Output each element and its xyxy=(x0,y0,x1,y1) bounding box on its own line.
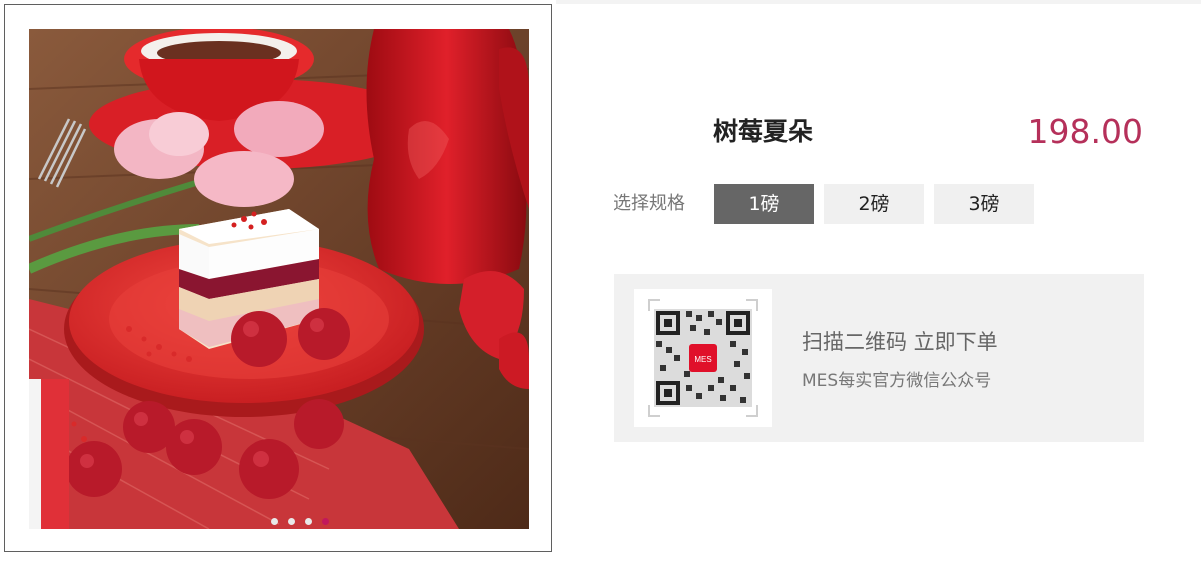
carousel-dot[interactable] xyxy=(288,518,295,525)
cake-illustration xyxy=(29,29,529,529)
qr-corner xyxy=(746,405,758,417)
product-price: 198.00 xyxy=(1027,112,1143,151)
carousel-dots xyxy=(271,518,329,525)
qr-sub-text: MES每实官方微信公众号 xyxy=(802,371,992,391)
qr-corner xyxy=(746,299,758,311)
qr-order-panel: MES 扫描二维码 立即下单 MES每实官方微信公众号 xyxy=(614,274,1144,442)
qr-corner xyxy=(648,299,660,311)
spec-option-1lb[interactable]: 1磅 xyxy=(714,184,814,224)
spec-label: 选择规格 xyxy=(613,193,685,214)
carousel-dot-active[interactable] xyxy=(322,518,329,525)
product-photo[interactable] xyxy=(29,29,529,529)
spec-option-3lb[interactable]: 3磅 xyxy=(934,184,1034,224)
qr-logo-text: MES xyxy=(694,355,711,364)
carousel-dot[interactable] xyxy=(305,518,312,525)
qr-code: MES xyxy=(634,289,772,427)
qr-corner xyxy=(648,405,660,417)
top-divider xyxy=(556,0,1201,4)
qr-main-text: 扫描二维码 立即下单 xyxy=(802,330,998,354)
carousel-dot[interactable] xyxy=(271,518,278,525)
product-gallery xyxy=(4,4,552,552)
spec-option-2lb[interactable]: 2磅 xyxy=(824,184,924,224)
product-title: 树莓夏朵 xyxy=(713,117,814,146)
